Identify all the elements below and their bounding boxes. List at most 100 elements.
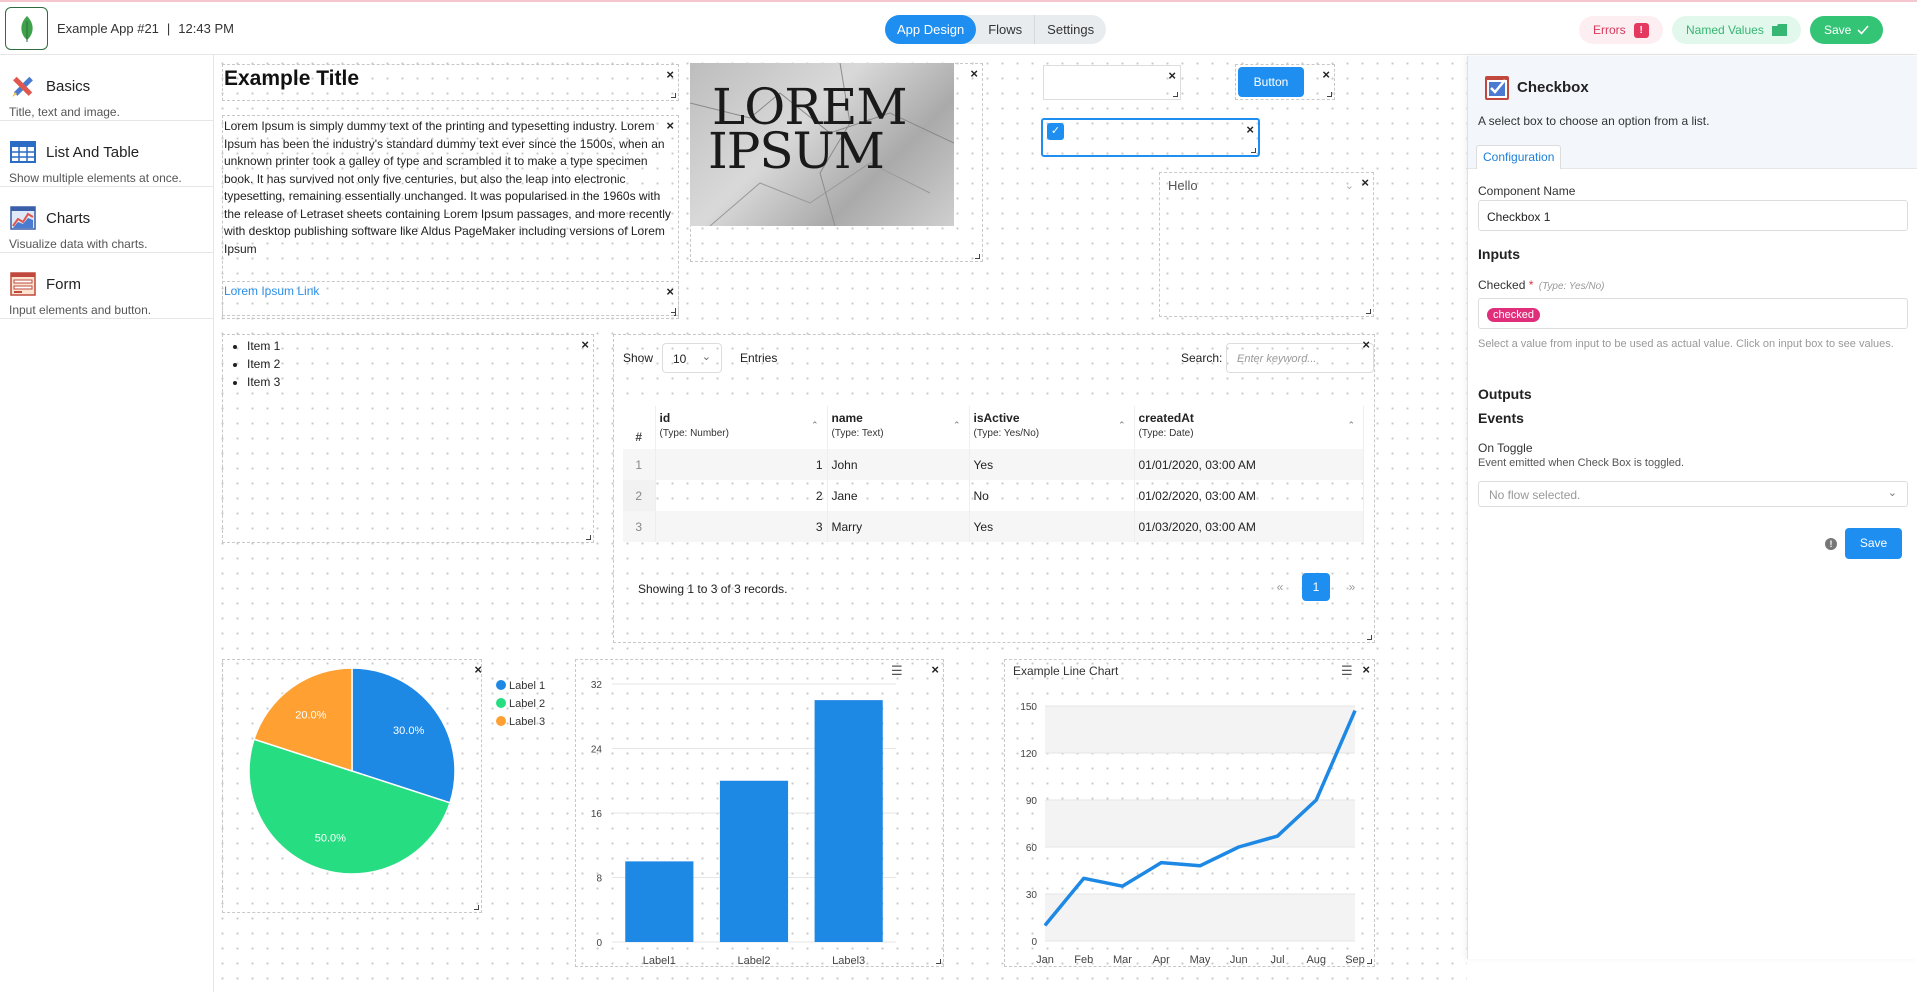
legend-item[interactable]: Label 2 — [496, 698, 545, 710]
page-size-select[interactable]: 10 ⌄ — [662, 343, 722, 373]
table-row[interactable]: 2 2 Jane No 01/02/2020, 03:00 AM — [623, 480, 1364, 511]
column-header-id[interactable]: id (Type: Number) ⌃ — [655, 406, 828, 449]
checked-input[interactable]: checked — [1478, 298, 1908, 329]
table-row[interactable]: 3 3 Marry Yes 01/03/2020, 03:00 AM — [623, 511, 1364, 542]
link-component[interactable]: Lorem Ipsum Link × — [222, 281, 679, 316]
page-button[interactable]: 1 — [1302, 573, 1330, 601]
list-component[interactable]: Item 1 Item 2 Item 3 × — [222, 334, 594, 543]
close-icon[interactable]: × — [1168, 68, 1176, 83]
sidebar-item-title: Charts — [46, 210, 91, 227]
bar — [625, 861, 694, 942]
close-icon[interactable]: × — [1246, 122, 1254, 137]
title-component[interactable]: Example Title × — [222, 64, 679, 101]
sidebar-item-form[interactable]: Form Input elements and button. — [0, 253, 213, 319]
pie-slice-label: 50.0% — [315, 833, 346, 845]
errors-button[interactable]: Errors ! — [1579, 16, 1663, 44]
tab-settings[interactable]: Settings — [1035, 15, 1106, 44]
y-tick-label: 8 — [596, 874, 602, 885]
legend-dot — [496, 680, 506, 690]
component-sidebar: Basics Title, text and image. List And T… — [0, 55, 214, 992]
close-icon[interactable]: × — [666, 67, 674, 82]
column-header-isactive[interactable]: isActive (Type: Yes/No) ⌃ — [969, 406, 1135, 449]
app-title: Example App #21 | 12:43 PM — [57, 21, 234, 36]
close-icon[interactable]: × — [666, 284, 674, 299]
pie-slice-label: 30.0% — [393, 725, 424, 737]
design-canvas[interactable]: Example Title × Lorem Ipsum is simply du… — [215, 56, 1467, 992]
dropdown-component[interactable]: Hello ⌄ × — [1159, 172, 1374, 317]
panel-save-button[interactable]: Save — [1845, 528, 1902, 559]
chevron-down-icon: ⌄ — [1344, 180, 1354, 192]
close-icon[interactable]: × — [474, 662, 482, 677]
resize-handle[interactable] — [474, 905, 479, 910]
next-page-button[interactable]: » — [1338, 573, 1366, 601]
y-tick-label: 24 — [591, 745, 603, 756]
close-icon[interactable]: × — [931, 662, 939, 677]
lorem-ipsum-link[interactable]: Lorem Ipsum Link — [224, 284, 319, 298]
textbox-component[interactable]: × — [1043, 65, 1181, 100]
hello-dropdown[interactable]: Hello ⌄ — [1162, 175, 1364, 197]
resize-handle[interactable] — [671, 93, 676, 98]
legend-item[interactable]: Label 3 — [496, 716, 545, 728]
bar-chart-component[interactable]: 32 24 16 8 0 Label1 Label2 Label3 ☰ × — [575, 659, 944, 967]
table-header-row: # id (Type: Number) ⌃ name (Type: Text) ⌃ is… — [623, 406, 1364, 449]
table-component[interactable]: Show 10 ⌄ Entries Search: Enter keyword.… — [613, 334, 1375, 643]
sidebar-item-basics[interactable]: Basics Title, text and image. — [0, 55, 213, 121]
tab-configuration[interactable]: Configuration — [1476, 145, 1562, 169]
leaf-icon — [20, 15, 33, 42]
image-component[interactable]: LOREM IPSUM × — [690, 63, 983, 262]
close-icon[interactable]: × — [1361, 175, 1369, 190]
named-values-button[interactable]: Named Values — [1672, 16, 1801, 44]
resize-handle[interactable] — [1367, 959, 1372, 964]
resize-handle[interactable] — [1173, 92, 1178, 97]
pagination: « 1 » — [1266, 573, 1366, 601]
column-header-name[interactable]: name (Type: Text) ⌃ — [827, 406, 970, 449]
app-logo-button[interactable] — [5, 7, 48, 50]
x-tick-label: Jun — [1230, 954, 1248, 966]
close-icon[interactable]: × — [1362, 662, 1370, 677]
resize-handle[interactable] — [1251, 148, 1256, 153]
chart-menu-icon[interactable]: ☰ — [891, 663, 903, 679]
resize-handle[interactable] — [671, 308, 676, 313]
text-input[interactable] — [1044, 66, 1154, 99]
prev-page-button[interactable]: « — [1266, 573, 1294, 601]
close-icon[interactable]: × — [666, 118, 674, 133]
chart-menu-icon[interactable]: ☰ — [1341, 663, 1353, 679]
checkbox-checked[interactable]: ✓ — [1047, 123, 1064, 140]
header-save-button[interactable]: Save — [1810, 16, 1884, 44]
row-index: 2 — [623, 480, 656, 511]
sidebar-item-charts[interactable]: Charts Visualize data with charts. — [0, 187, 213, 253]
pie-slice-label: 20.0% — [295, 709, 326, 721]
component-name-input[interactable]: Checkbox 1 — [1478, 200, 1908, 231]
resize-handle[interactable] — [975, 254, 980, 259]
flow-select[interactable]: No flow selected. ⌄ — [1478, 481, 1908, 507]
resize-handle[interactable] — [1366, 309, 1371, 314]
column-header-createdat[interactable]: createdAt (Type: Date) ⌃ — [1134, 406, 1364, 449]
line-chart: 150 120 90 60 30 0 Jan Feb Mar Apr May Jun Jul Aug Sep — [1020, 702, 1364, 966]
search-input[interactable]: Enter keyword... — [1226, 343, 1374, 373]
data-point — [1354, 710, 1356, 712]
close-icon[interactable]: × — [1362, 337, 1370, 352]
resize-handle[interactable] — [1327, 92, 1332, 97]
folder-icon — [1771, 24, 1787, 36]
tab-app-design[interactable]: App Design — [885, 15, 977, 44]
data-point — [1083, 877, 1085, 879]
resize-handle[interactable] — [586, 535, 591, 540]
table-row[interactable]: 1 1 John Yes 01/01/2020, 03:00 AM — [623, 449, 1364, 480]
checked-type: (Type: Yes/No) — [1538, 281, 1605, 292]
legend-label: Label 3 — [509, 716, 546, 728]
close-icon[interactable]: × — [581, 337, 589, 352]
resize-handle[interactable] — [936, 959, 941, 964]
tab-flows[interactable]: Flows — [976, 15, 1036, 44]
line-chart-component[interactable]: Example Line Chart 150 120 90 60 30 0 Jan Feb Ma… — [1004, 659, 1375, 967]
close-icon[interactable]: × — [1322, 67, 1330, 82]
resize-handle[interactable] — [1367, 635, 1372, 640]
close-icon[interactable]: × — [970, 66, 978, 81]
checkbox-component[interactable]: ✓ × — [1041, 118, 1260, 157]
legend-item[interactable]: Label 1 — [496, 680, 545, 692]
pie-chart-component[interactable]: 30.0% 50.0% 20.0% × — [222, 659, 482, 913]
checked-chip[interactable]: checked — [1487, 308, 1540, 322]
sidebar-item-list-and-table[interactable]: List And Table Show multiple elements at… — [0, 121, 213, 187]
button-component[interactable]: Button × — [1235, 64, 1335, 100]
column-name: name — [831, 411, 863, 425]
canvas-button[interactable]: Button — [1238, 67, 1304, 97]
